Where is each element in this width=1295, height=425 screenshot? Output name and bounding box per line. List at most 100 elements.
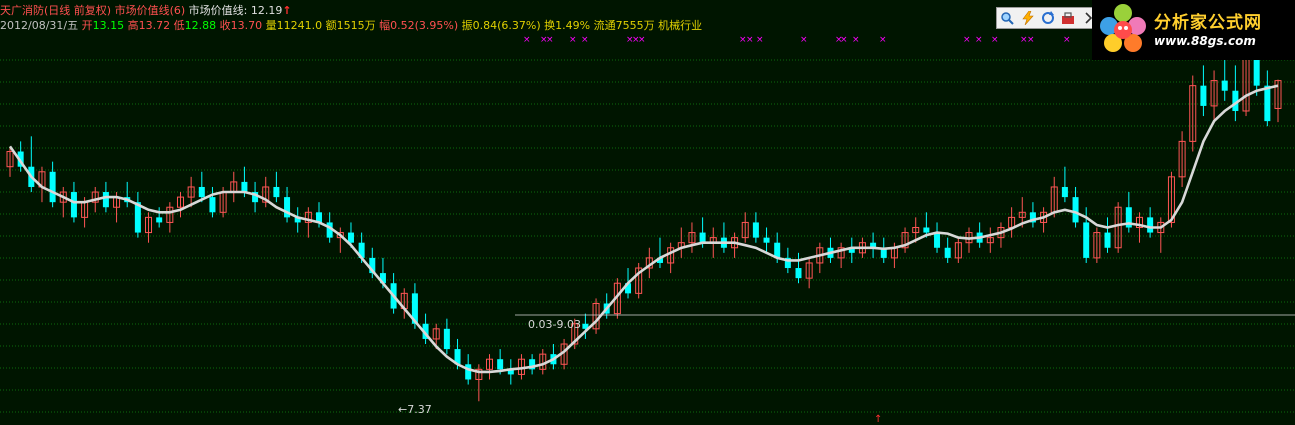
candle — [752, 212, 759, 243]
bottom-arrow-icon: ↑ — [874, 414, 883, 425]
candle — [1157, 217, 1165, 253]
candle — [997, 222, 1005, 248]
candle — [124, 181, 131, 208]
candle — [592, 298, 600, 334]
candle — [539, 349, 547, 375]
indicator-value: 市场价值线: 12.19 — [188, 4, 283, 17]
candle — [827, 237, 834, 263]
candle — [294, 207, 301, 233]
candle — [1232, 65, 1239, 122]
high-label: 高 — [127, 19, 139, 32]
candle — [1040, 207, 1048, 233]
flower-icon — [1100, 4, 1146, 52]
candle — [485, 354, 493, 380]
candle — [284, 186, 291, 223]
candle — [273, 171, 280, 203]
candle — [635, 262, 643, 299]
info-bar-title: 天广消防(日线 前复权) 市场价值线(6) 市场价值线: 12.19↑ — [0, 4, 292, 18]
cross-markers: × ×× × × ××× × × × × ×× × × × × × × × × — [523, 35, 1071, 45]
candle — [145, 212, 153, 243]
candle — [422, 313, 429, 345]
candle — [529, 354, 536, 375]
cross-marker: × — [523, 35, 531, 45]
candle — [166, 202, 174, 233]
candle — [1114, 202, 1122, 253]
candle — [795, 252, 802, 284]
turnover-value: 1.49% — [555, 19, 591, 32]
candle — [134, 192, 141, 238]
cross-marker: × — [638, 35, 646, 45]
lightning-icon[interactable] — [1019, 10, 1037, 26]
toolbox-icon[interactable] — [1059, 10, 1077, 26]
candle — [1104, 217, 1111, 253]
refresh-icon[interactable] — [1039, 10, 1057, 26]
candle — [1147, 207, 1154, 238]
close-value: 13.70 — [230, 19, 263, 32]
candle — [677, 227, 685, 258]
candle — [156, 207, 163, 228]
candle — [720, 222, 727, 253]
magnifier-icon[interactable] — [998, 10, 1016, 26]
candle — [880, 237, 887, 263]
candle — [400, 288, 408, 319]
range-label: 0.03-9.03 — [528, 318, 581, 331]
amplitude-label: 振 — [461, 19, 473, 32]
candle — [1008, 207, 1016, 238]
info-bar-quote: 2012/08/31/五 开13.15 高13.72 低12.88 收13.70… — [0, 19, 702, 33]
cross-marker: × — [746, 35, 754, 45]
candle — [252, 181, 259, 213]
candle — [230, 171, 238, 203]
quote-date: 2012/08/31/五 — [0, 19, 79, 32]
cross-marker: × — [1027, 35, 1035, 45]
candle — [59, 186, 67, 218]
cross-marker: × — [1063, 35, 1071, 45]
change-value: 0.52(3.95%) — [390, 19, 459, 32]
turnover-label: 换 — [544, 19, 556, 32]
candle — [1135, 212, 1143, 243]
candle — [336, 227, 344, 253]
candlestick-chart[interactable]: × ×× × × ××× × × × × ×× × × × × × × × × — [0, 0, 1295, 424]
high-value: 13.72 — [138, 19, 171, 32]
cross-marker: × — [991, 35, 999, 45]
candle — [1061, 166, 1068, 203]
candle — [1264, 70, 1271, 127]
cross-marker: × — [852, 35, 860, 45]
amount-value: 1515万 — [336, 19, 376, 32]
candle — [976, 222, 983, 248]
candle — [507, 359, 514, 385]
candle — [763, 227, 770, 253]
candle — [1093, 227, 1101, 263]
cross-marker: × — [879, 35, 887, 45]
float-label: 流通 — [593, 19, 616, 32]
candle — [934, 222, 941, 253]
cross-marker: × — [756, 35, 764, 45]
candle — [837, 242, 845, 269]
candle — [475, 364, 483, 402]
cross-marker: × — [546, 35, 554, 45]
up-arrow-icon: ↑ — [282, 4, 292, 17]
candle — [1125, 192, 1132, 233]
candle — [805, 257, 813, 289]
industry-label: 机械行业 — [658, 19, 703, 32]
candle — [49, 161, 56, 208]
amplitude-value: 0.84(6.37%) — [472, 19, 541, 32]
candle — [1200, 65, 1207, 117]
cross-marker: × — [800, 35, 808, 45]
cross-marker: × — [569, 35, 577, 45]
candle — [656, 237, 663, 269]
low-value: 12.88 — [184, 19, 217, 32]
site-logo: 分析家公式网 www.88gs.com — [1092, 0, 1295, 60]
candle — [304, 207, 312, 238]
candle — [1178, 131, 1186, 187]
chart-toolbar — [996, 7, 1100, 29]
stock-title: 天广消防(日线 前复权) 市场价值线(6) — [0, 4, 186, 17]
logo-url: www.88gs.com — [1154, 34, 1256, 48]
cross-marker: × — [963, 35, 971, 45]
candle — [1029, 202, 1036, 228]
candle — [986, 227, 994, 253]
candle — [688, 222, 696, 253]
candle — [1072, 186, 1079, 228]
candle — [741, 212, 749, 243]
candle — [901, 227, 909, 253]
candle — [965, 227, 973, 253]
